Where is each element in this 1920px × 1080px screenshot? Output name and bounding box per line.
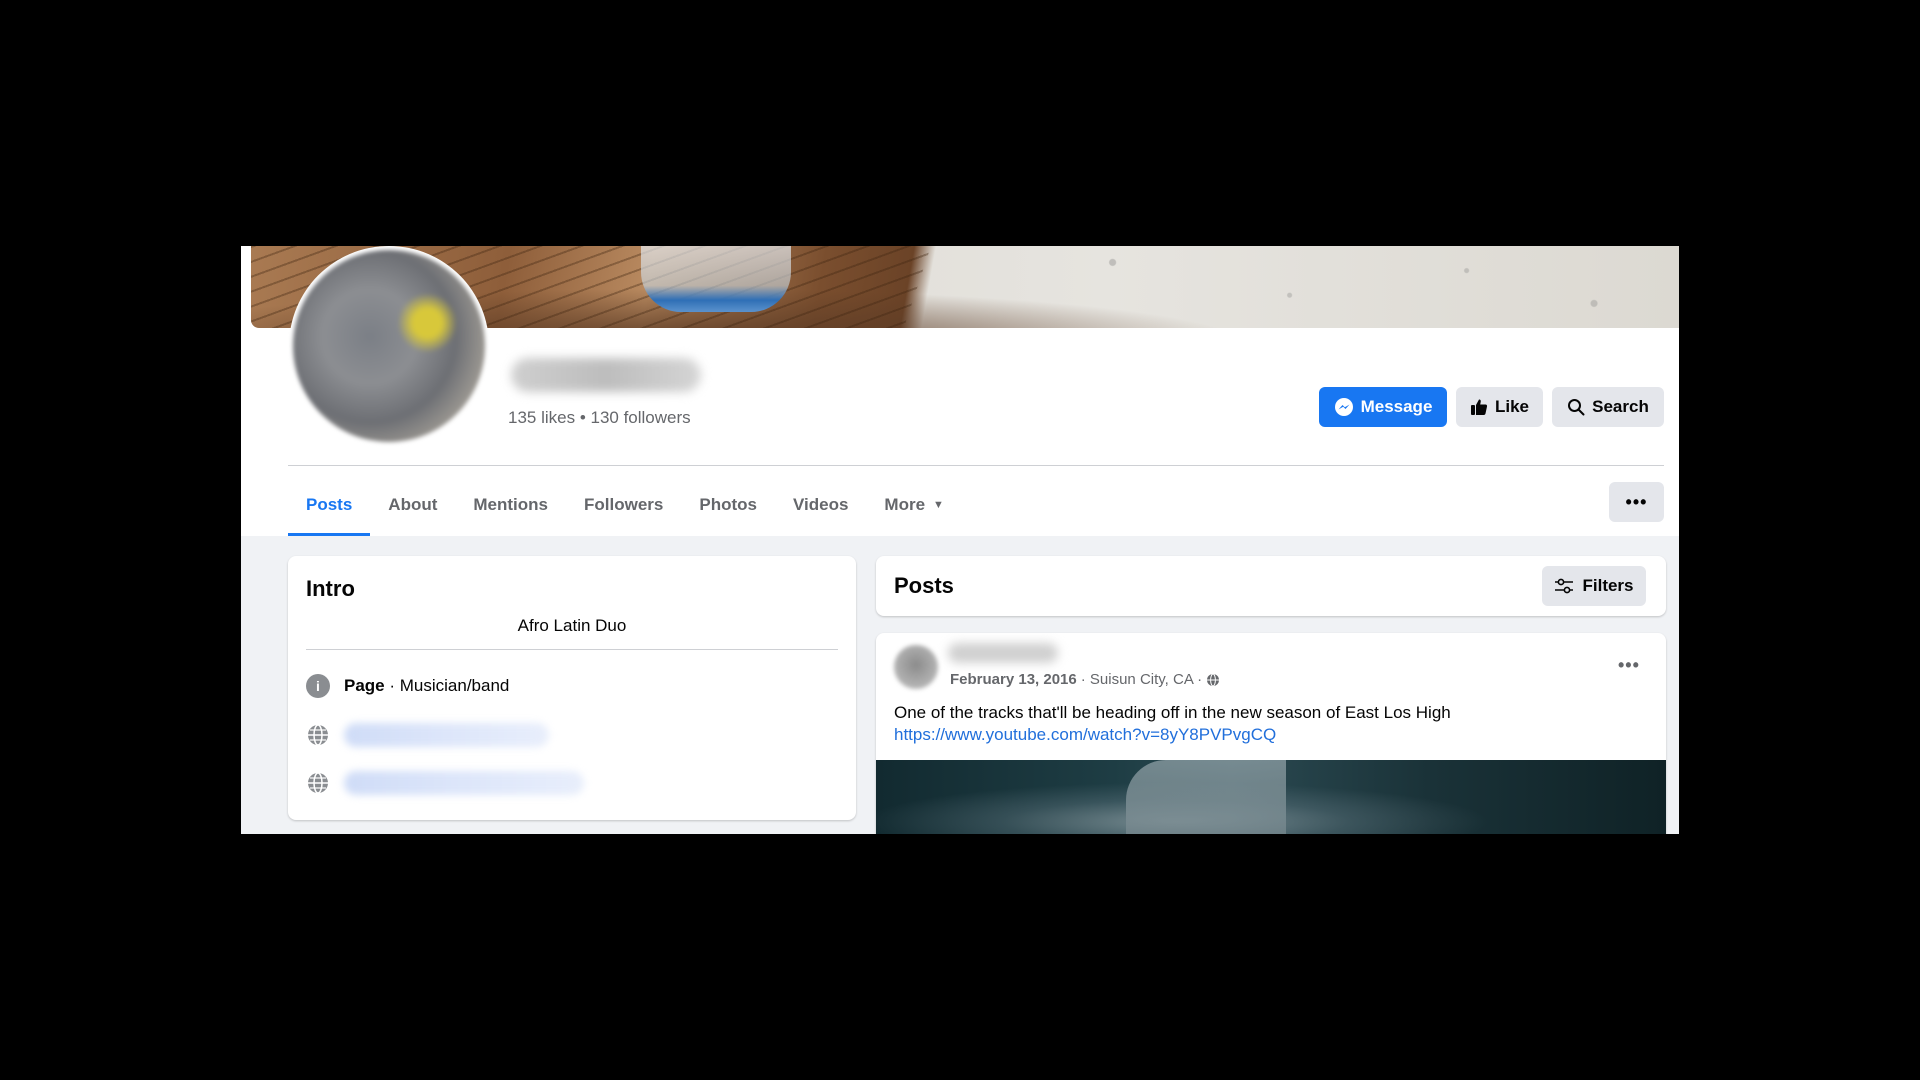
post-author-name-redacted[interactable] xyxy=(948,643,1058,663)
page-header: 135 likes • 130 followers Message Like S… xyxy=(241,246,1679,536)
thumbs-up-icon xyxy=(1470,399,1488,415)
website-link-redacted[interactable] xyxy=(344,771,584,795)
tab-more-label: More xyxy=(884,495,926,514)
tab-about[interactable]: About xyxy=(370,474,455,536)
posts-section-title: Posts xyxy=(894,573,954,598)
profile-picture[interactable] xyxy=(289,246,489,446)
profile-picture-image xyxy=(293,250,485,442)
post-media-preview[interactable] xyxy=(876,760,1666,834)
post-card: February 13, 2016 · Suisun City, CA · ••… xyxy=(876,633,1666,834)
messenger-icon xyxy=(1334,398,1353,416)
tab-mentions[interactable]: Mentions xyxy=(455,474,566,536)
page-options-button[interactable]: ••• xyxy=(1609,482,1664,522)
tab-photos[interactable]: Photos xyxy=(681,474,775,536)
page-stats[interactable]: 135 likes • 130 followers xyxy=(508,408,691,428)
globe-icon xyxy=(308,772,328,794)
post-author-avatar[interactable] xyxy=(894,645,938,689)
page-tabs: Posts About Mentions Followers Photos Vi… xyxy=(288,474,962,536)
intro-website-1 xyxy=(306,723,549,747)
intro-bio: Afro Latin Duo xyxy=(517,616,627,635)
facebook-page-view: 135 likes • 130 followers Message Like S… xyxy=(241,246,1679,834)
intro-page-category-text: · Musician/band xyxy=(384,676,510,695)
info-icon: i xyxy=(306,674,330,698)
search-icon xyxy=(1568,399,1585,416)
sliders-icon xyxy=(1555,578,1574,594)
posts-header-card: Posts Filters xyxy=(876,556,1666,616)
post-meta: February 13, 2016 · Suisun City, CA · xyxy=(950,671,1220,688)
tab-videos[interactable]: Videos xyxy=(775,474,866,536)
like-button-label: Like xyxy=(1494,397,1530,416)
post-media-figure xyxy=(1126,760,1286,834)
search-button-label: Search xyxy=(1592,397,1649,416)
website-link-redacted[interactable] xyxy=(344,723,549,747)
search-button[interactable]: Search xyxy=(1552,387,1664,427)
intro-card: Intro Afro Latin Duo i Page · Musician/b… xyxy=(288,556,856,820)
intro-page-label: Page xyxy=(344,676,385,695)
tab-more[interactable]: More ▼ xyxy=(866,474,962,536)
filters-button-label: Filters xyxy=(1582,576,1634,595)
tab-followers[interactable]: Followers xyxy=(566,474,681,536)
intro-title: Intro xyxy=(306,576,355,601)
cover-stone-texture xyxy=(971,246,1679,328)
header-divider xyxy=(288,465,1664,466)
post-link[interactable]: https://www.youtube.com/watch?v=8yY8PVPv… xyxy=(894,725,1276,745)
like-button[interactable]: Like xyxy=(1456,387,1543,427)
intro-divider xyxy=(306,649,838,650)
intro-website-2 xyxy=(306,771,584,795)
message-button-label: Message xyxy=(1360,397,1433,416)
filters-button[interactable]: Filters xyxy=(1542,566,1646,606)
message-button[interactable]: Message xyxy=(1319,387,1447,427)
post-options-button[interactable]: ••• xyxy=(1618,655,1640,676)
intro-page-category: i Page · Musician/band xyxy=(306,674,509,698)
page-name-redacted xyxy=(511,358,701,392)
post-text: One of the tracks that'll be heading off… xyxy=(894,703,1451,722)
cover-glass-image xyxy=(641,246,791,312)
globe-privacy-icon xyxy=(1207,673,1220,686)
caret-down-icon: ▼ xyxy=(933,499,944,511)
post-date[interactable]: February 13, 2016 xyxy=(950,671,1077,688)
tab-posts[interactable]: Posts xyxy=(288,474,371,536)
globe-icon xyxy=(308,724,328,746)
post-location[interactable]: · Suisun City, CA · xyxy=(1081,671,1202,688)
